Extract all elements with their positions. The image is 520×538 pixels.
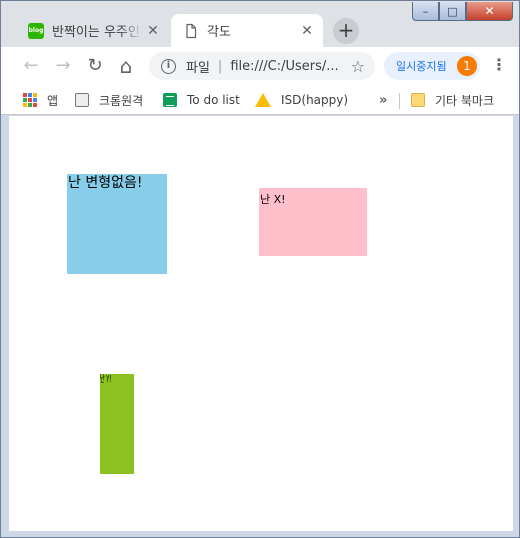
- tab-close-icon[interactable]: ✕: [143, 23, 163, 39]
- browser-window: blog 반짝이는 우주인 ✕ 각도 ✕ + – □ ✕ ← → ↻ ⌂ i 파…: [0, 0, 520, 538]
- bookmark-star-icon[interactable]: ☆: [351, 57, 365, 76]
- box-no-transform: 난 변형없음!: [67, 174, 167, 274]
- bookmark-label: 기타 북마크: [435, 93, 495, 108]
- drive-icon: [255, 93, 271, 107]
- bookmark-label: 앱: [47, 93, 59, 108]
- forward-button[interactable]: →: [51, 54, 75, 78]
- close-window-button[interactable]: ✕: [466, 2, 513, 21]
- paused-label: 일시중지됨: [396, 60, 447, 73]
- box-skew-x: 난 X!: [259, 188, 367, 256]
- tab-angle[interactable]: 각도 ✕: [171, 14, 323, 47]
- box-skew-y-label: 난 Y!: [100, 374, 112, 385]
- remote-desktop-icon: [75, 93, 89, 107]
- address-bar[interactable]: i 파일 | file:///C:/Users/... ☆: [149, 52, 375, 80]
- scheme-label: 파일: [186, 60, 210, 76]
- apps-grid-icon: [23, 93, 37, 107]
- home-button[interactable]: ⌂: [114, 54, 138, 78]
- tab-strip: blog 반짝이는 우주인 ✕ 각도 ✕ + – □ ✕: [1, 1, 519, 47]
- tab-blog[interactable]: blog 반짝이는 우주인 ✕: [18, 14, 169, 47]
- info-icon[interactable]: i: [161, 58, 176, 74]
- tab-title: 반짝이는 우주인: [52, 25, 140, 40]
- box-skew-y: 난 Y!: [100, 374, 134, 474]
- minimize-button[interactable]: –: [412, 2, 439, 21]
- reload-button[interactable]: ↻: [83, 54, 107, 78]
- back-button[interactable]: ←: [19, 54, 43, 78]
- bookmark-todo[interactable]: To do list: [163, 91, 240, 109]
- sheets-icon: [163, 93, 177, 107]
- page-viewport: 난 변형없음! 난 X! 난 Y!: [9, 116, 513, 531]
- tab-close-icon[interactable]: ✕: [297, 23, 317, 39]
- toolbar: ← → ↻ ⌂ i 파일 | file:///C:/Users/... ☆ 일시…: [1, 47, 519, 85]
- tab-title: 각도: [207, 25, 231, 40]
- document-favicon-icon: [186, 23, 197, 38]
- bookmarks-bar: 앱 크롬원격 To do list ISD(happy) » 기타 북마크: [1, 85, 519, 115]
- blog-favicon-icon: blog: [28, 22, 44, 39]
- bookmark-label: To do list: [187, 93, 240, 107]
- bookmark-remote[interactable]: 크롬원격: [75, 91, 143, 109]
- bookmarks-overflow-button[interactable]: »: [379, 91, 387, 109]
- menu-kebab-icon[interactable]: ⋮: [491, 54, 507, 78]
- profile-paused-button[interactable]: 일시중지됨 1: [384, 52, 480, 80]
- new-tab-button[interactable]: +: [333, 18, 359, 44]
- bookmark-isd[interactable]: ISD(happy): [255, 91, 348, 109]
- bookmark-label: ISD(happy): [281, 93, 349, 107]
- bookmarks-divider: [399, 93, 400, 109]
- profile-badge: 1: [457, 56, 477, 76]
- omnibox-divider: |: [217, 58, 223, 74]
- folder-icon: [411, 93, 425, 107]
- bookmark-apps[interactable]: 앱: [23, 91, 58, 109]
- url-text[interactable]: file:///C:/Users/...: [230, 59, 344, 74]
- bookmark-other[interactable]: 기타 북마크: [411, 91, 494, 109]
- maximize-button[interactable]: □: [439, 2, 466, 21]
- box-skew-x-label: 난 X!: [260, 193, 286, 206]
- bookmark-label: 크롬원격: [99, 93, 144, 108]
